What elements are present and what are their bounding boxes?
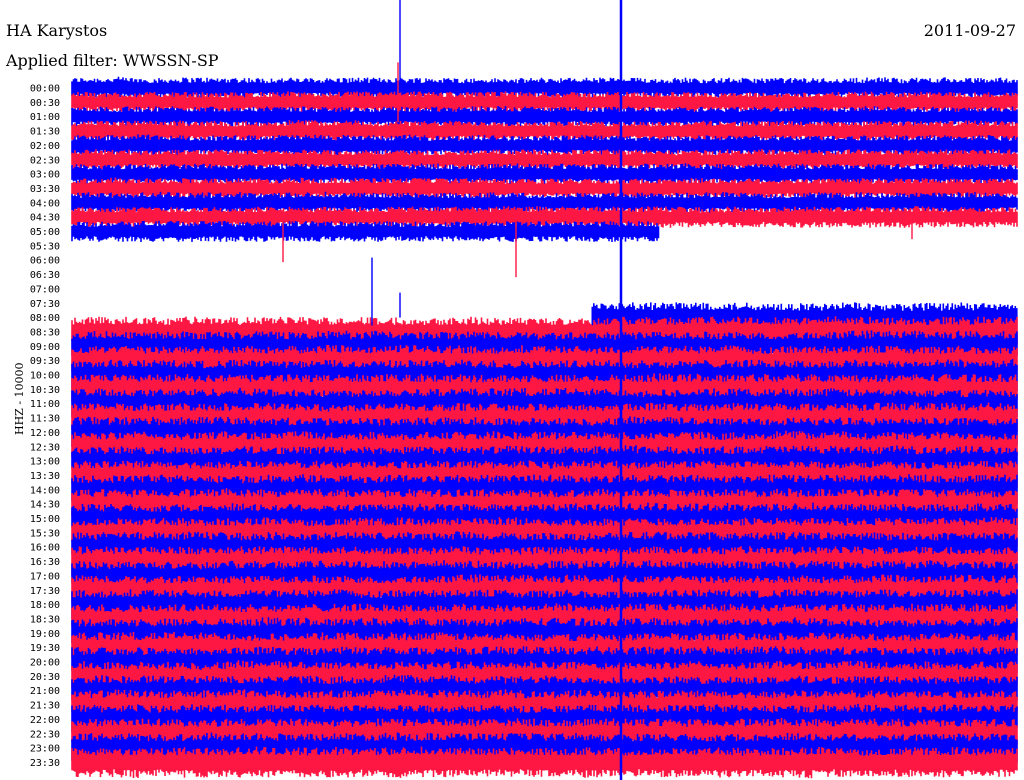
time-tick-label: 06:00 bbox=[30, 256, 60, 267]
time-tick-label: 02:00 bbox=[30, 141, 60, 152]
time-tick-label: 13:30 bbox=[30, 471, 60, 482]
time-tick-label: 22:00 bbox=[30, 715, 60, 726]
time-tick-label: 03:00 bbox=[30, 170, 60, 181]
channel-axis-label: HHZ - 10000 bbox=[13, 362, 26, 435]
time-tick-label: 23:00 bbox=[30, 744, 60, 755]
time-tick-label: 13:00 bbox=[30, 457, 60, 468]
time-tick-label: 08:30 bbox=[30, 327, 60, 338]
time-tick-label: 06:30 bbox=[30, 270, 60, 281]
time-tick-label: 03:30 bbox=[30, 184, 60, 195]
time-tick-labels: 00:00 00:30 01:00 01:30 02:00 02:30 03:00 03:30… bbox=[30, 84, 60, 769]
seismic-traces bbox=[71, 0, 1018, 779]
time-tick-label: 21:00 bbox=[30, 686, 60, 697]
time-tick-label: 23:30 bbox=[30, 758, 60, 769]
time-tick-label: 09:00 bbox=[30, 342, 60, 353]
time-tick-label: 05:30 bbox=[30, 241, 60, 252]
time-tick-label: 12:00 bbox=[30, 428, 60, 439]
time-tick-label: 15:30 bbox=[30, 528, 60, 539]
time-tick-label: 12:30 bbox=[30, 442, 60, 453]
filter-label: Applied filter: WWSSN-SP bbox=[6, 51, 219, 70]
time-tick-label: 07:30 bbox=[30, 299, 60, 310]
time-tick-label: 22:30 bbox=[30, 729, 60, 740]
time-tick-label: 04:30 bbox=[30, 213, 60, 224]
time-tick-label: 02:30 bbox=[30, 155, 60, 166]
station-title: HA Karystos bbox=[6, 21, 108, 40]
time-tick-label: 00:00 bbox=[30, 84, 60, 95]
time-tick-label: 16:00 bbox=[30, 543, 60, 554]
time-tick-label: 19:00 bbox=[30, 629, 60, 640]
time-tick-label: 21:30 bbox=[30, 701, 60, 712]
time-tick-label: 01:30 bbox=[30, 127, 60, 138]
time-tick-label: 09:30 bbox=[30, 356, 60, 367]
time-tick-label: 15:00 bbox=[30, 514, 60, 525]
time-tick-label: 05:00 bbox=[30, 227, 60, 238]
helicorder-plot: 00:00 00:30 01:00 01:30 02:00 02:30 03:00 03:30… bbox=[30, 0, 1018, 780]
time-tick-label: 19:30 bbox=[30, 643, 60, 654]
time-tick-label: 10:30 bbox=[30, 385, 60, 396]
time-tick-label: 16:30 bbox=[30, 557, 60, 568]
time-tick-label: 01:00 bbox=[30, 112, 60, 123]
time-tick-label: 14:30 bbox=[30, 500, 60, 511]
time-tick-label: 17:00 bbox=[30, 571, 60, 582]
time-tick-label: 20:30 bbox=[30, 672, 60, 683]
trace-row bbox=[71, 220, 660, 242]
time-tick-label: 17:30 bbox=[30, 586, 60, 597]
time-tick-label: 18:30 bbox=[30, 614, 60, 625]
time-tick-label: 08:00 bbox=[30, 313, 60, 324]
time-tick-label: 00:30 bbox=[30, 98, 60, 109]
time-tick-label: 14:00 bbox=[30, 485, 60, 496]
time-tick-label: 10:00 bbox=[30, 371, 60, 382]
time-tick-label: 07:00 bbox=[30, 284, 60, 295]
time-tick-label: 11:30 bbox=[30, 414, 60, 425]
time-tick-label: 20:00 bbox=[30, 658, 60, 669]
date-label: 2011-09-27 bbox=[923, 21, 1016, 40]
time-tick-label: 18:00 bbox=[30, 600, 60, 611]
time-tick-label: 11:00 bbox=[30, 399, 60, 410]
time-tick-label: 04:00 bbox=[30, 198, 60, 209]
